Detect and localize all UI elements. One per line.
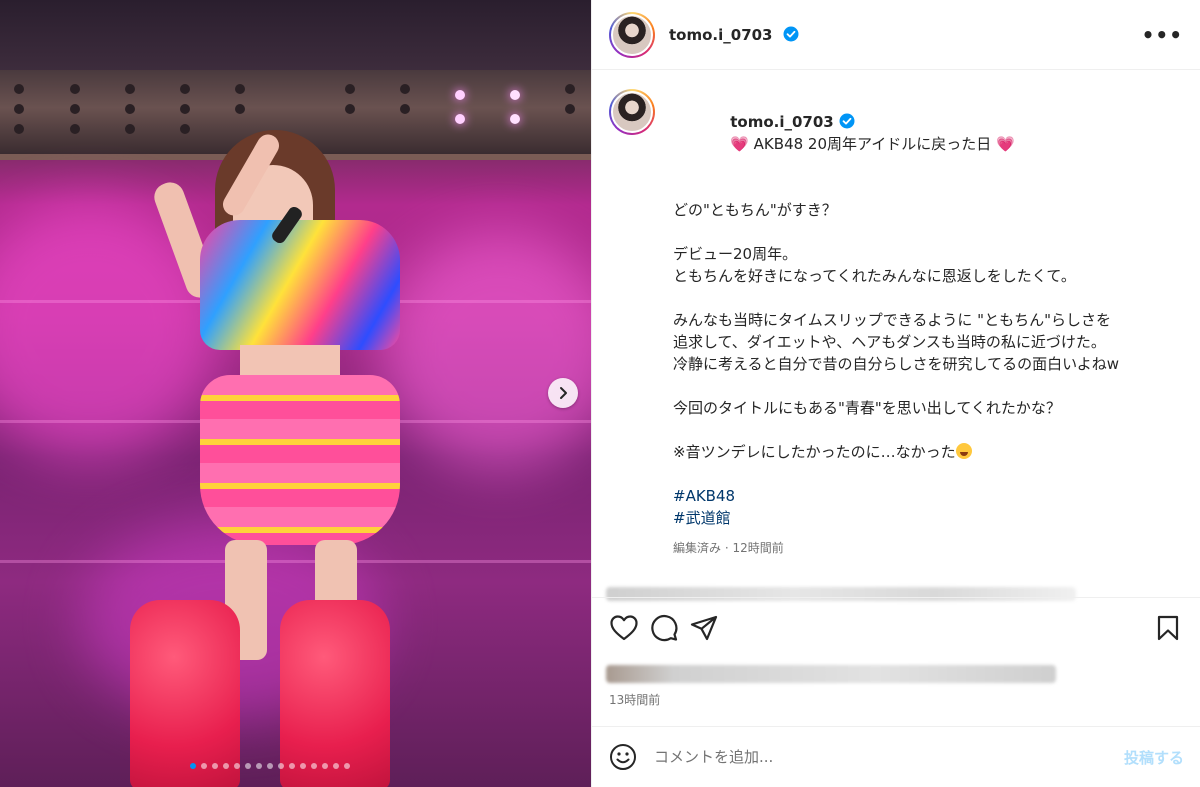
emoji-picker-button[interactable] [608,742,638,772]
caption-username[interactable]: tomo.i_0703 [730,113,855,131]
emoji-icon [610,744,636,770]
carousel-dot[interactable] [267,763,273,769]
heart-icon [610,614,638,640]
caption-line: みんなも当時にタイムスリップできるように "ともちん"らしさを [673,311,1111,329]
share-button[interactable] [684,608,724,648]
carousel-dot[interactable] [311,763,317,769]
caption-line: 冷静に考えると自分で昔の自分らしさを研究してるの面白いよねw [673,355,1120,373]
comment-icon [651,614,678,641]
save-button[interactable] [1148,608,1188,648]
caption-line: ※音ツンデレにしたかったのに…なかった [673,441,1163,463]
more-options-icon[interactable]: ••• [1142,23,1183,47]
caption-line: どの"ともちん"がすき？ [673,201,837,219]
carousel-next-button[interactable] [548,378,578,408]
carousel-dot[interactable] [245,763,251,769]
comment-input[interactable] [654,748,1124,766]
carousel-dot[interactable] [201,763,207,769]
carousel-dot[interactable] [256,763,262,769]
verified-badge-icon [783,26,799,41]
post-header: tomo.i_0703 ••• [592,0,1200,70]
post-timestamp[interactable]: 13時間前 [609,691,660,708]
author-avatar[interactable] [609,11,655,58]
post-media-carousel[interactable] [0,0,591,787]
caption-meta: 編集済み · 12時間前 [673,541,784,555]
comment-button[interactable] [644,608,684,648]
hashtag-link[interactable]: #AKB48 [673,485,1163,507]
caption-section: tomo.i_0703 💗 AKB48 20周年アイドルに戻った日 💗 どの"と… [592,71,1200,583]
post-comment-button[interactable]: 投稿する [1124,747,1184,768]
add-comment-bar: 投稿する [592,726,1200,787]
carousel-dot[interactable] [278,763,284,769]
carousel-dot[interactable] [300,763,306,769]
caption-line: 追求して、ダイエットや、ヘアもダンスも当時の私に近づけた。 [673,333,1106,351]
carousel-dots [190,763,350,769]
carousel-dot[interactable] [344,763,350,769]
pink-heart-emoji: 💗 [996,135,1015,153]
bookmark-icon [1157,615,1179,640]
carousel-dot[interactable] [234,763,240,769]
carousel-dot[interactable] [190,763,196,769]
pink-heart-emoji: 💗 [730,135,749,153]
performer-photo [130,110,430,787]
hashtag-link[interactable]: #武道館 [673,507,1163,529]
post-caption: tomo.i_0703 💗 AKB48 20周年アイドルに戻った日 💗 どの"と… [673,89,1163,559]
like-button[interactable] [604,608,644,648]
post-actions-bar [592,597,1200,657]
caption-line: ともちんを好きになってくれたみんなに恩返しをしたくて。 [673,267,1076,285]
instagram-post-view: tomo.i_0703 ••• tomo.i_0703 💗 AKB48 20周年… [0,0,1200,787]
caption-author-avatar[interactable] [609,89,655,135]
blurred-likes-summary [606,665,1056,683]
caption-line: デビュー20周年。 [673,245,798,263]
post-details-panel: tomo.i_0703 ••• tomo.i_0703 💗 AKB48 20周年… [591,0,1200,787]
share-icon [690,615,718,640]
caption-title: AKB48 20周年アイドルに戻った日 [748,135,997,153]
carousel-dot[interactable] [322,763,328,769]
carousel-dot[interactable] [333,763,339,769]
carousel-dot[interactable] [223,763,229,769]
stage-background-top [0,0,591,70]
author-username[interactable]: tomo.i_0703 [669,26,799,44]
caption-line: 今回のタイトルにもある"青春"を思い出してくれたかな？ [673,399,1061,417]
chevron-right-icon [560,387,567,399]
laughing-emoji-icon [955,443,972,459]
caption-body: どの"ともちん"がすき？ デビュー20周年。ともちんを好きになってくれたみんなに恩… [673,199,1163,463]
verified-badge-icon [839,113,855,129]
carousel-dot[interactable] [212,763,218,769]
carousel-dot[interactable] [289,763,295,769]
